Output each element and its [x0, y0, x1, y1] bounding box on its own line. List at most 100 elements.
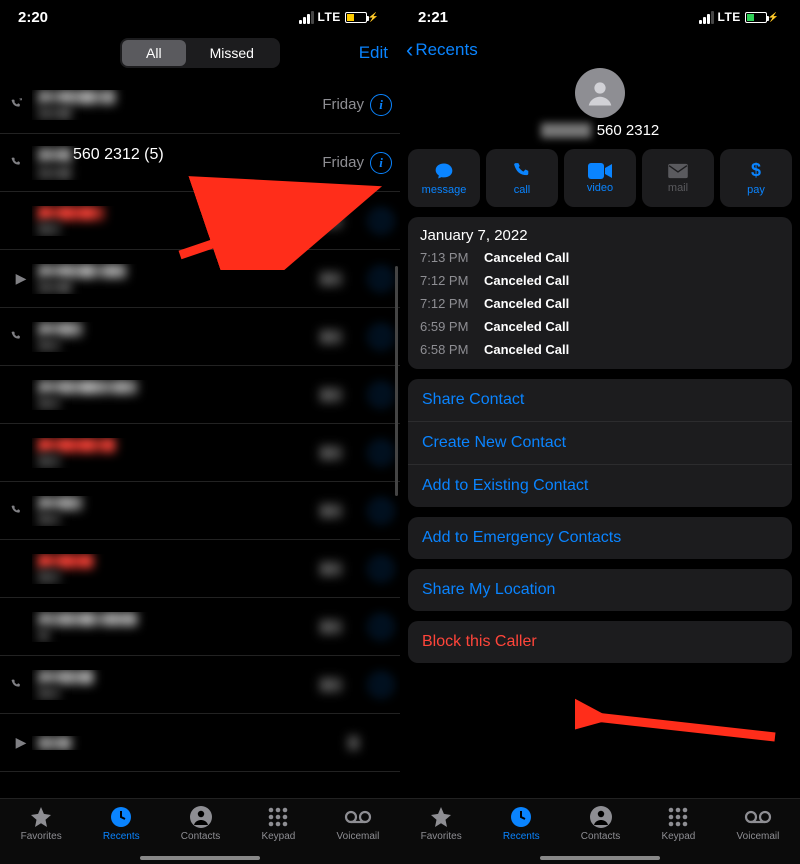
call-history-row: 6:59 PMCanceled Call — [408, 315, 792, 338]
action-label: pay — [747, 184, 765, 196]
clock-icon — [509, 805, 533, 829]
scroll-indicator[interactable] — [395, 266, 398, 496]
contact-number: 560 2312 — [400, 122, 800, 139]
edit-button[interactable]: Edit — [330, 43, 388, 63]
recents-row[interactable]: Friday i — [0, 76, 400, 134]
info-button-target[interactable]: i — [370, 152, 392, 174]
call-history-row: 6:58 PMCanceled Call — [408, 338, 792, 361]
share-location-button[interactable]: Share My Location — [408, 569, 792, 611]
tab-favorites[interactable]: Favorites — [21, 805, 62, 864]
segment-missed[interactable]: Missed — [186, 40, 278, 66]
call-subtype-redacted — [38, 166, 320, 180]
history-date: January 7, 2022 — [408, 217, 792, 246]
status-time: 2:21 — [418, 9, 448, 26]
recents-screen: 2:20 LTE ⚡ All Missed Edit — [0, 0, 400, 864]
info-button[interactable]: i — [370, 384, 392, 406]
block-caller-button[interactable]: Block this Caller — [408, 621, 792, 663]
action-label: mail — [668, 182, 688, 194]
network-label: LTE — [318, 10, 341, 24]
home-indicator[interactable] — [140, 856, 260, 860]
recents-row[interactable]: i — [0, 656, 400, 714]
tab-recents[interactable]: Recents — [503, 805, 540, 864]
tab-label: Recents — [103, 831, 140, 842]
person-icon — [189, 805, 213, 829]
info-button[interactable]: i — [370, 616, 392, 638]
pay-button[interactable]: $ pay — [720, 149, 792, 207]
tab-bar: Favorites Recents Contacts Keypad Voicem… — [0, 798, 400, 864]
recents-row[interactable]: ▶ i — [0, 250, 400, 308]
tab-voicemail[interactable]: Voicemail — [337, 805, 380, 864]
status-indicators: LTE ⚡ — [299, 10, 383, 24]
message-button[interactable]: message — [408, 149, 480, 207]
info-button[interactable]: i — [370, 442, 392, 464]
clock-icon — [109, 805, 133, 829]
info-button[interactable]: i — [370, 500, 392, 522]
recents-row[interactable]: i — [0, 598, 400, 656]
outgoing-call-icon — [10, 156, 32, 170]
tab-label: Recents — [503, 831, 540, 842]
tab-label: Favorites — [21, 831, 62, 842]
facetime-icon: ▶ — [10, 270, 32, 287]
contact-name-redacted — [38, 90, 320, 104]
signal-icon — [299, 11, 314, 24]
call-day: Friday — [320, 154, 364, 171]
tab-bar: Favorites Recents Contacts Keypad Voicem… — [400, 798, 800, 864]
call-history-row: 7:12 PMCanceled Call — [408, 292, 792, 315]
tab-label: Voicemail — [337, 831, 380, 842]
recents-row-target[interactable]: 560 2312 (5) Friday i — [0, 134, 400, 192]
call-subtype-redacted — [38, 106, 320, 120]
charging-icon: ⚡ — [768, 12, 779, 23]
tab-label: Favorites — [421, 831, 462, 842]
tab-favorites[interactable]: Favorites — [421, 805, 462, 864]
add-emergency-button[interactable]: Add to Emergency Contacts — [408, 517, 792, 559]
call-button[interactable]: call — [486, 149, 558, 207]
tab-label: Contacts — [181, 831, 220, 842]
home-indicator[interactable] — [540, 856, 660, 860]
back-label: Recents — [415, 40, 477, 60]
voicemail-icon — [343, 805, 373, 829]
status-bar: 2:20 LTE ⚡ — [0, 0, 400, 34]
recents-row[interactable]: i — [0, 308, 400, 366]
star-icon — [428, 805, 454, 829]
status-indicators: LTE ⚡ — [699, 10, 783, 24]
info-button[interactable]: i — [370, 674, 392, 696]
recents-row[interactable]: i — [0, 482, 400, 540]
info-button[interactable]: i — [370, 326, 392, 348]
network-label: LTE — [718, 10, 741, 24]
recents-list[interactable]: Friday i 560 2312 (5) Friday i — [0, 76, 400, 804]
tab-label: Voicemail — [737, 831, 780, 842]
outgoing-call-icon — [10, 98, 32, 112]
create-contact-button[interactable]: Create New Contact — [408, 421, 792, 464]
message-icon — [433, 161, 455, 181]
tab-recents[interactable]: Recents — [103, 805, 140, 864]
recents-row[interactable]: ▶ — [0, 714, 400, 772]
back-button[interactable]: ‹ Recents — [406, 40, 478, 60]
dollar-icon: $ — [751, 160, 761, 181]
info-button[interactable]: i — [370, 210, 392, 232]
recents-header: All Missed Edit — [0, 34, 400, 76]
mail-button: mail — [642, 149, 714, 207]
tab-label: Keypad — [261, 831, 295, 842]
recents-row[interactable]: i — [0, 366, 400, 424]
tab-voicemail[interactable]: Voicemail — [737, 805, 780, 864]
tab-keypad[interactable]: Keypad — [261, 805, 295, 864]
outgoing-call-icon — [10, 678, 32, 692]
tab-label: Contacts — [581, 831, 620, 842]
add-existing-contact-button[interactable]: Add to Existing Contact — [408, 464, 792, 507]
segment-all[interactable]: All — [122, 40, 186, 66]
mail-icon — [667, 163, 689, 179]
recents-row[interactable]: i — [0, 192, 400, 250]
segmented-control[interactable]: All Missed — [120, 38, 280, 68]
video-button[interactable]: video — [564, 149, 636, 207]
tab-keypad[interactable]: Keypad — [661, 805, 695, 864]
voicemail-icon — [743, 805, 773, 829]
battery-icon — [745, 12, 767, 23]
info-button[interactable]: i — [370, 268, 392, 290]
info-button[interactable]: i — [370, 558, 392, 580]
recents-row[interactable]: i — [0, 424, 400, 482]
recents-row[interactable]: i — [0, 540, 400, 598]
share-contact-button[interactable]: Share Contact — [408, 379, 792, 421]
location-card: Share My Location — [408, 569, 792, 611]
info-button[interactable]: i — [370, 94, 392, 116]
charging-icon: ⚡ — [368, 12, 379, 23]
